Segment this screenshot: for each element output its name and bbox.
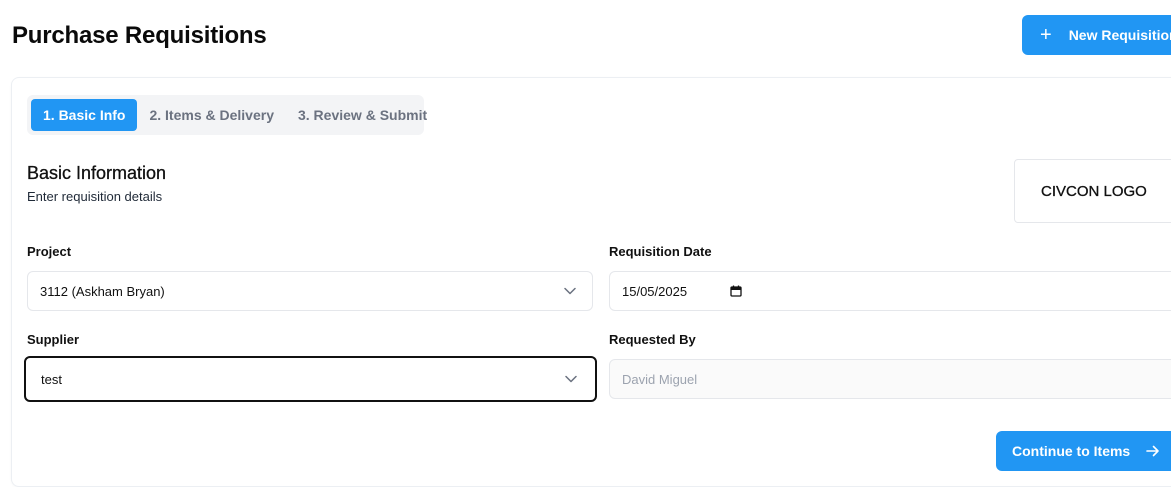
logo-text: CIVCON LOGO — [1041, 182, 1147, 200]
requisition-date-value: 15/05/2025 — [622, 283, 688, 299]
new-requisition-button[interactable]: + New Requisition — [1022, 15, 1171, 55]
continue-to-items-button[interactable]: Continue to Items — [996, 431, 1171, 471]
chevron-down-icon — [564, 287, 576, 295]
requisition-date-label: Requisition Date — [609, 244, 712, 259]
page: Purchase Requisitions + New Requisition … — [0, 0, 1171, 487]
section-subtitle: Enter requisition details — [27, 189, 163, 204]
new-requisition-label: New Requisition — [1068, 27, 1171, 43]
project-select[interactable]: 3112 (Askham Bryan) — [27, 271, 593, 311]
calendar-icon[interactable] — [730, 285, 742, 297]
page-title: Purchase Requisitions — [12, 22, 267, 49]
project-label: Project — [27, 244, 72, 259]
tab-basic-info[interactable]: 1. Basic Info — [31, 99, 138, 131]
continue-label: Continue to Items — [1012, 443, 1131, 459]
supplier-select[interactable]: test — [24, 356, 597, 402]
requested-by-value: David Miguel — [622, 371, 698, 387]
arrow-right-icon — [1146, 445, 1160, 457]
requested-by-field: David Miguel — [609, 359, 1171, 399]
supplier-label: Supplier — [27, 332, 80, 347]
chevron-down-icon — [565, 375, 577, 383]
requested-by-label: Requested By — [609, 332, 696, 347]
tab-review-submit[interactable]: 3. Review & Submit — [286, 99, 439, 131]
supplier-value: test — [41, 371, 62, 387]
step-tabs: 1. Basic Info 2. Items & Delivery 3. Rev… — [27, 95, 427, 135]
tab-items-delivery[interactable]: 2. Items & Delivery — [137, 99, 286, 131]
plus-icon: + — [1040, 24, 1052, 46]
section-title: Basic Information — [27, 163, 167, 183]
project-value: 3112 (Askham Bryan) — [40, 283, 165, 299]
requisition-date-input[interactable]: 15/05/2025 — [609, 271, 1171, 311]
company-logo: CIVCON LOGO — [1014, 159, 1171, 223]
